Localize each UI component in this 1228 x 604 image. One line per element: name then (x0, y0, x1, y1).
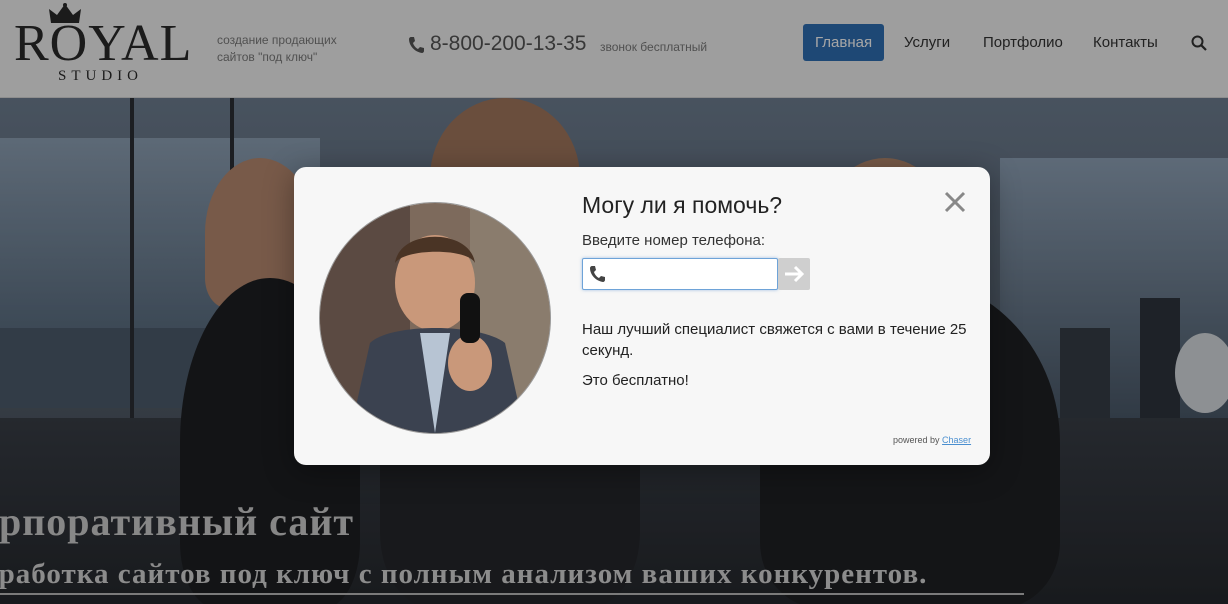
chaser-link[interactable]: Chaser (942, 435, 971, 445)
modal-description: Наш лучший специалист свяжется с вами в … (582, 321, 967, 359)
close-icon[interactable] (942, 189, 968, 215)
modal-free-note: Это бесплатно! (582, 372, 689, 389)
phone-input[interactable] (611, 259, 775, 291)
phone-icon (590, 266, 605, 282)
agent-avatar (319, 202, 551, 434)
agent-photo (320, 203, 550, 433)
submit-button[interactable] (778, 258, 810, 290)
modal-title: Могу ли я помочь? (582, 192, 783, 218)
callback-modal: Могу ли я помочь? Введите номер телефона… (294, 167, 990, 465)
arrow-right-icon (785, 265, 805, 283)
phone-input-group (582, 258, 778, 291)
phone-field-label: Введите номер телефона: (582, 232, 766, 249)
powered-by-text: powered by (893, 435, 940, 445)
powered-by: powered by Chaser (893, 435, 971, 445)
